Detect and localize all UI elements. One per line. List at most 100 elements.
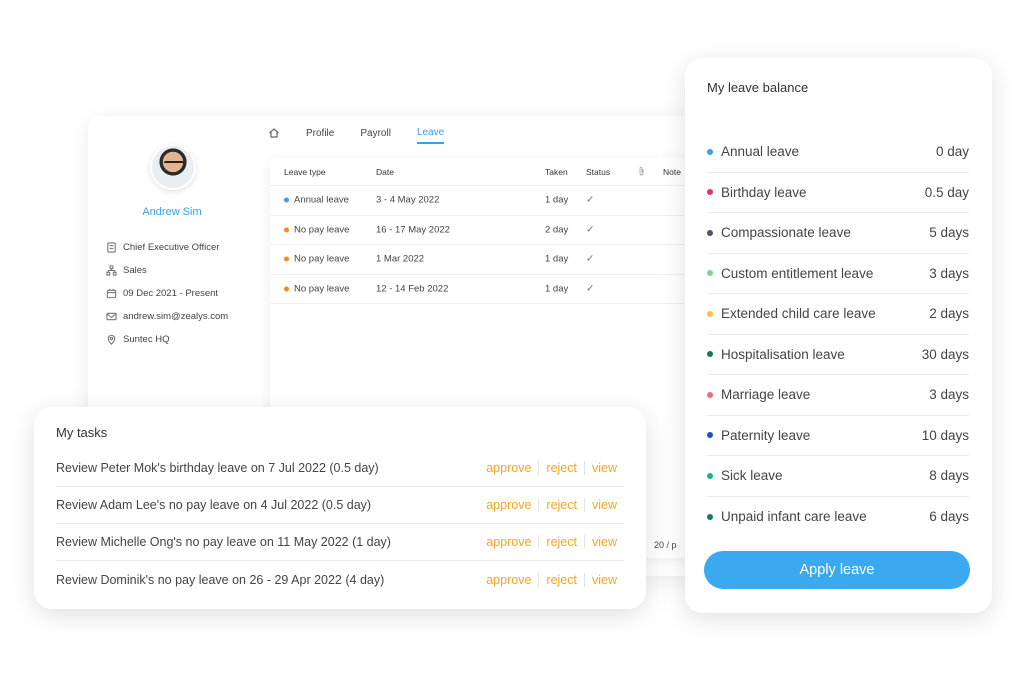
- approve-link[interactable]: approve: [479, 461, 538, 475]
- tenure-text: 09 Dec 2021 - Present: [123, 288, 219, 299]
- balance-value: 3 days: [929, 265, 969, 281]
- view-link[interactable]: view: [583, 535, 624, 549]
- leave-type-dot: [707, 513, 713, 520]
- task-row: Review Michelle Ong's no pay leave on 11…: [56, 524, 624, 561]
- balance-name: Hospitalisation leave: [721, 346, 845, 362]
- tab-home[interactable]: [268, 126, 280, 144]
- view-link[interactable]: view: [583, 461, 624, 475]
- column-header-note[interactable]: Note: [663, 167, 681, 177]
- profile-info-list: Chief Executive Officer Sales 09 Dec 202…: [106, 236, 228, 351]
- task-text: Review Adam Lee's no pay leave on 4 Jul …: [56, 498, 372, 512]
- leave-type-dot: [707, 432, 713, 439]
- column-header-taken[interactable]: Taken: [545, 167, 568, 177]
- tab-payroll[interactable]: Payroll: [360, 128, 391, 143]
- calendar-icon: [106, 288, 117, 299]
- balance-list: Annual leave 0 day Birthday leave 0.5 day …: [707, 132, 969, 537]
- task-row: Review Adam Lee's no pay leave on 4 Jul …: [56, 487, 624, 524]
- tab-profile[interactable]: Profile: [306, 128, 334, 143]
- balance-item: Paternity leave 10 days: [707, 416, 969, 456]
- info-department: Sales: [106, 259, 228, 282]
- tab-leave[interactable]: Leave: [416, 127, 445, 144]
- page-size-select[interactable]: 20 / p: [654, 540, 677, 550]
- leave-date: 12 - 14 Feb 2022: [376, 283, 449, 295]
- balance-name: Custom entitlement leave: [721, 265, 874, 281]
- column-header-status[interactable]: Status: [586, 167, 610, 177]
- balance-value: 3 days: [929, 387, 969, 403]
- email-text[interactable]: andrew.sim@zealys.com: [123, 311, 228, 322]
- leave-type-dot: [707, 391, 713, 398]
- approve-link[interactable]: approve: [479, 573, 538, 587]
- task-text: Review Peter Mok's birthday leave on 7 J…: [56, 461, 379, 475]
- balance-item: Marriage leave 3 days: [707, 375, 969, 416]
- employee-name[interactable]: Andrew Sim: [88, 206, 256, 218]
- balance-value: 2 days: [929, 306, 969, 322]
- column-header-type[interactable]: Leave type: [284, 167, 326, 177]
- check-icon: ✓: [586, 194, 595, 206]
- table-row[interactable]: No pay leave 1 Mar 2022 1 day ✓: [270, 245, 700, 275]
- balance-item: Custom entitlement leave 3 days: [707, 254, 969, 294]
- balance-value: 30 days: [921, 346, 969, 362]
- balance-value: 0.5 day: [924, 184, 969, 200]
- leave-type: No pay leave: [294, 224, 350, 236]
- mail-icon: [106, 312, 117, 321]
- leave-taken: 1 day: [545, 253, 569, 265]
- id-card-icon: [107, 242, 116, 253]
- balance-name: Birthday leave: [721, 184, 807, 200]
- reject-link[interactable]: reject: [538, 572, 584, 587]
- balance-title: My leave balance: [707, 80, 809, 95]
- task-text: Review Dominik's no pay leave on 26 - 29…: [56, 572, 385, 587]
- leave-type-dot: [707, 351, 713, 358]
- info-tenure: 09 Dec 2021 - Present: [106, 282, 228, 305]
- balance-value: 0 day: [935, 144, 969, 160]
- check-icon: ✓: [586, 283, 595, 295]
- balance-name: Paternity leave: [721, 427, 811, 443]
- column-header-date[interactable]: Date: [376, 167, 394, 177]
- table-row[interactable]: No pay leave 16 - 17 May 2022 2 day ✓: [270, 216, 700, 245]
- table-row[interactable]: Annual leave 3 - 4 May 2022 1 day ✓: [270, 186, 700, 216]
- leave-type: No pay leave: [294, 283, 350, 295]
- department-text: Sales: [123, 265, 147, 276]
- view-link[interactable]: view: [583, 572, 624, 587]
- table-row[interactable]: No pay leave 12 - 14 Feb 2022 1 day ✓: [270, 275, 700, 304]
- check-icon: ✓: [586, 253, 595, 265]
- balance-value: 8 days: [929, 468, 969, 484]
- balance-item: Extended child care leave 2 days: [707, 294, 969, 335]
- balance-item: Unpaid infant care leave 6 days: [707, 497, 969, 538]
- info-email: andrew.sim@zealys.com: [106, 305, 228, 328]
- leave-type-dot: [707, 472, 713, 479]
- leave-taken: 1 day: [545, 283, 569, 295]
- location-icon: [107, 334, 116, 345]
- leave-type-dot: [707, 148, 713, 155]
- task-row: Review Peter Mok's birthday leave on 7 J…: [56, 450, 624, 487]
- balance-item: Hospitalisation leave 30 days: [707, 335, 969, 375]
- balance-value: 10 days: [921, 427, 969, 443]
- leave-type-dot: [707, 310, 713, 317]
- avatar: [150, 144, 196, 190]
- balance-item: Birthday leave 0.5 day: [707, 173, 969, 213]
- leave-type-dot: [707, 270, 713, 277]
- reject-link[interactable]: reject: [538, 461, 584, 475]
- check-icon: ✓: [586, 224, 595, 236]
- balance-item: Annual leave 0 day: [707, 132, 969, 173]
- paperclip-icon: [638, 166, 645, 178]
- approve-link[interactable]: approve: [479, 498, 538, 512]
- balance-name: Unpaid infant care leave: [721, 509, 867, 525]
- apply-leave-button[interactable]: Apply leave: [704, 551, 970, 589]
- view-link[interactable]: view: [583, 498, 624, 512]
- leave-taken: 2 day: [545, 224, 569, 236]
- balance-name: Marriage leave: [721, 387, 811, 403]
- home-icon: [269, 128, 279, 138]
- leave-type-dot: [707, 229, 713, 236]
- leave-type-dot: [707, 189, 713, 196]
- balance-name: Extended child care leave: [721, 306, 876, 322]
- reject-link[interactable]: reject: [538, 498, 584, 512]
- approve-link[interactable]: approve: [479, 535, 538, 549]
- reject-link[interactable]: reject: [538, 535, 584, 549]
- profile-tabs: Profile Payroll Leave: [268, 124, 445, 146]
- leave-balance-card: My leave balance Annual leave 0 day Birth…: [685, 58, 992, 613]
- location-text: Suntec HQ: [123, 334, 170, 345]
- tasks-title: My tasks: [56, 425, 108, 440]
- leave-date: 1 Mar 2022: [376, 253, 425, 265]
- info-job-title: Chief Executive Officer: [106, 236, 228, 259]
- leave-date: 16 - 17 May 2022: [376, 224, 450, 236]
